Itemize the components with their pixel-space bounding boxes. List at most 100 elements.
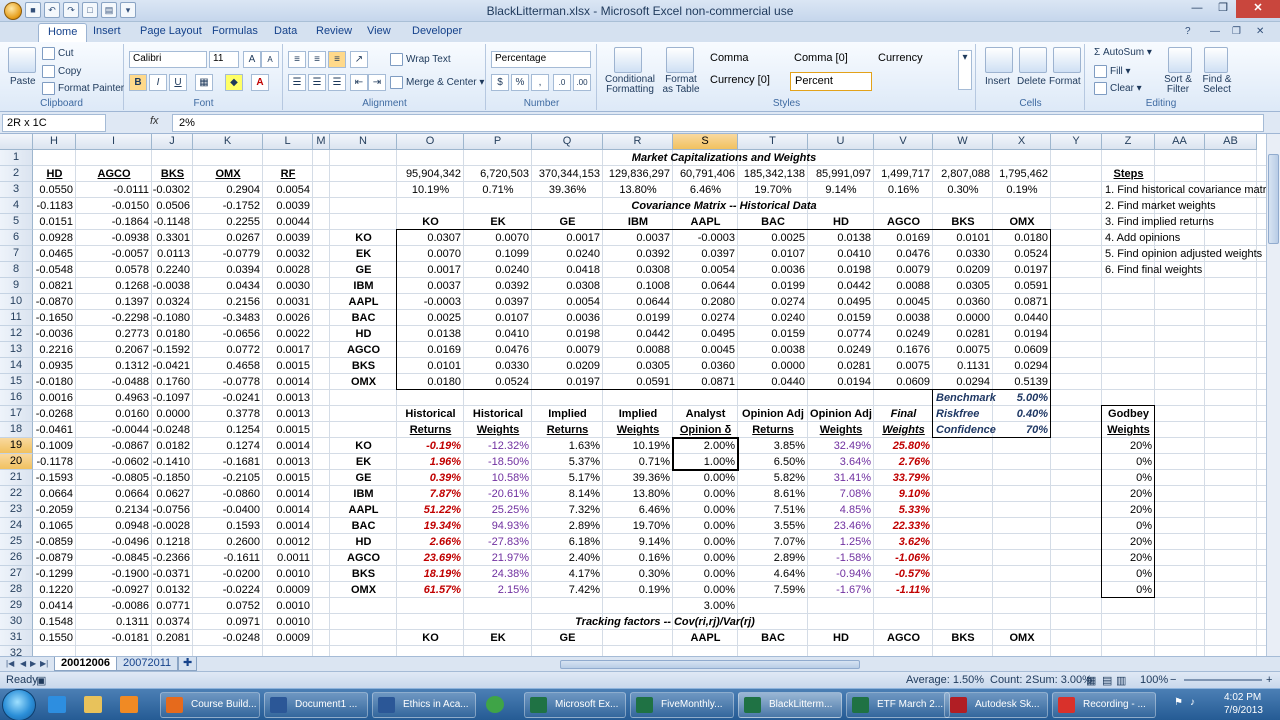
return-cell[interactable]: -0.0421	[152, 358, 193, 374]
godbey-subheader[interactable]: Weights	[1102, 422, 1155, 438]
opinion-ticker[interactable]: OMX	[330, 582, 397, 598]
column-header-o[interactable]: O	[397, 134, 464, 150]
implied-return-cell[interactable]: 6.18%	[532, 534, 603, 550]
tab-developer[interactable]: Developer	[412, 25, 462, 37]
opinion-header[interactable]: Final	[874, 406, 933, 422]
return-cell[interactable]: 0.1397	[76, 294, 152, 310]
cov-row-ticker[interactable]: BKS	[330, 358, 397, 374]
covariance-cell[interactable]: 0.0197	[532, 374, 603, 390]
covariance-cell[interactable]: 0.0392	[603, 246, 673, 262]
taskbar-item-recording[interactable]: Recording - ...	[1052, 692, 1156, 718]
help-icon[interactable]: ?	[1185, 26, 1191, 37]
godbey-weight-cell[interactable]: 0%	[1102, 470, 1155, 486]
implied-weight-cell[interactable]: 9.14%	[603, 534, 673, 550]
row-header-12[interactable]: 12	[0, 326, 33, 342]
analyst-opinion-cell[interactable]: 0.00%	[673, 470, 738, 486]
implied-return-cell[interactable]: 2.89%	[532, 518, 603, 534]
final-weight-cell[interactable]: 5.33%	[874, 502, 933, 518]
row-header-31[interactable]: 31	[0, 630, 33, 646]
analyst-opinion-cell[interactable]: 0.00%	[673, 566, 738, 582]
implied-return-cell[interactable]: 5.17%	[532, 470, 603, 486]
conditional-formatting-button[interactable]: Conditional Formatting	[604, 75, 656, 95]
market-weight-cell[interactable]: 0.71%	[464, 182, 532, 198]
opinion-subheader[interactable]: Weights	[464, 422, 532, 438]
market-cap-cell[interactable]: 95,904,342	[397, 166, 464, 182]
last-sheet-icon[interactable]: ▶|	[40, 659, 48, 668]
implied-weight-cell[interactable]: 10.19%	[603, 438, 673, 454]
align-right-icon[interactable]: ☰	[328, 74, 346, 91]
covariance-cell[interactable]: 0.0330	[933, 246, 993, 262]
covariance-cell[interactable]: 0.0075	[933, 342, 993, 358]
font-color-icon[interactable]: A	[251, 74, 269, 91]
return-cell[interactable]: -0.3483	[193, 310, 263, 326]
covariance-cell[interactable]: 0.0240	[738, 310, 808, 326]
final-weight-cell[interactable]: 25.80%	[874, 438, 933, 454]
covariance-cell[interactable]: 0.0305	[603, 358, 673, 374]
return-cell[interactable]: -0.1299	[33, 566, 76, 582]
row-header-5[interactable]: 5	[0, 214, 33, 230]
covariance-cell[interactable]: 0.0036	[532, 310, 603, 326]
covariance-cell[interactable]: 0.0281	[933, 326, 993, 342]
return-cell[interactable]: 0.0180	[152, 326, 193, 342]
return-cell[interactable]: -0.2105	[193, 470, 263, 486]
sheet-tab-20072011[interactable]: 20072011	[116, 657, 179, 671]
opinion-header[interactable]: Historical	[464, 406, 532, 422]
return-cell[interactable]: -0.0845	[76, 550, 152, 566]
left-header-cell[interactable]: HD	[33, 166, 76, 182]
return-cell[interactable]: 0.1268	[76, 278, 152, 294]
historical-weight-cell[interactable]: 94.93%	[464, 518, 532, 534]
tab-page-layout[interactable]: Page Layout	[140, 25, 202, 37]
mdi-minimize-icon[interactable]: —	[1210, 26, 1220, 37]
return-cell[interactable]: 0.0414	[33, 598, 76, 614]
return-cell[interactable]: 0.0012	[263, 534, 313, 550]
row-header-32[interactable]: 32	[0, 646, 33, 656]
cov-col-ticker[interactable]: IBM	[603, 214, 673, 230]
covariance-cell[interactable]: 0.0079	[874, 262, 933, 278]
return-cell[interactable]: 0.0022	[263, 326, 313, 342]
wrap-text-button[interactable]: Wrap Text	[390, 53, 451, 66]
param-label[interactable]: Confidence	[933, 422, 996, 438]
fill-color-icon[interactable]: ◆	[225, 74, 243, 91]
return-cell[interactable]: 0.4963	[76, 390, 152, 406]
insert-cells-button[interactable]: Insert	[985, 76, 1010, 87]
historical-weight-cell[interactable]: 25.25%	[464, 502, 532, 518]
name-box[interactable]: 2R x 1C	[2, 114, 106, 132]
row-header-11[interactable]: 11	[0, 310, 33, 326]
final-weight-cell[interactable]: 22.33%	[874, 518, 933, 534]
covariance-cell[interactable]: 0.0180	[397, 374, 464, 390]
align-center-icon[interactable]: ☰	[308, 74, 326, 91]
opinion-adj-return-cell[interactable]: 8.61%	[738, 486, 808, 502]
opinion-ticker[interactable]: IBM	[330, 486, 397, 502]
covariance-cell[interactable]: 0.0308	[603, 262, 673, 278]
market-cap-cell[interactable]: 2,807,088	[933, 166, 993, 182]
return-cell[interactable]: 0.0039	[263, 230, 313, 246]
covariance-cell[interactable]: 0.0159	[738, 326, 808, 342]
tab-view[interactable]: View	[367, 25, 391, 37]
covariance-cell[interactable]: 0.0249	[874, 326, 933, 342]
row-header-9[interactable]: 9	[0, 278, 33, 294]
step-item[interactable]: 2. Find market weights	[1102, 198, 1216, 214]
return-cell[interactable]: 0.1218	[152, 534, 193, 550]
covariance-cell[interactable]: 0.0418	[532, 262, 603, 278]
return-cell[interactable]: 0.2904	[193, 182, 263, 198]
covariance-cell[interactable]: 0.0194	[993, 326, 1051, 342]
tracking-ticker[interactable]: AAPL	[673, 630, 738, 646]
row-header-7[interactable]: 7	[0, 246, 33, 262]
format-table-icon[interactable]	[666, 47, 694, 73]
number-format-combo[interactable]: Percentage	[491, 51, 591, 68]
covariance-cell[interactable]: 0.0025	[738, 230, 808, 246]
covariance-cell[interactable]: 0.0194	[808, 374, 874, 390]
vertical-scrollbar[interactable]	[1266, 134, 1280, 656]
historical-weight-cell[interactable]: 10.58%	[464, 470, 532, 486]
implied-weight-cell[interactable]: 19.70%	[603, 518, 673, 534]
covariance-cell[interactable]: 0.2080	[673, 294, 738, 310]
delete-cells-icon[interactable]	[1019, 47, 1047, 73]
return-cell[interactable]: 0.2216	[33, 342, 76, 358]
implied-return-cell[interactable]: 1.63%	[532, 438, 603, 454]
fill-button[interactable]: Fill ▾	[1094, 65, 1131, 78]
row-header-17[interactable]: 17	[0, 406, 33, 422]
column-header-x[interactable]: X	[993, 134, 1051, 150]
historical-return-cell[interactable]: 7.87%	[397, 486, 464, 502]
return-cell[interactable]: 0.0324	[152, 294, 193, 310]
return-cell[interactable]: 0.0506	[152, 198, 193, 214]
